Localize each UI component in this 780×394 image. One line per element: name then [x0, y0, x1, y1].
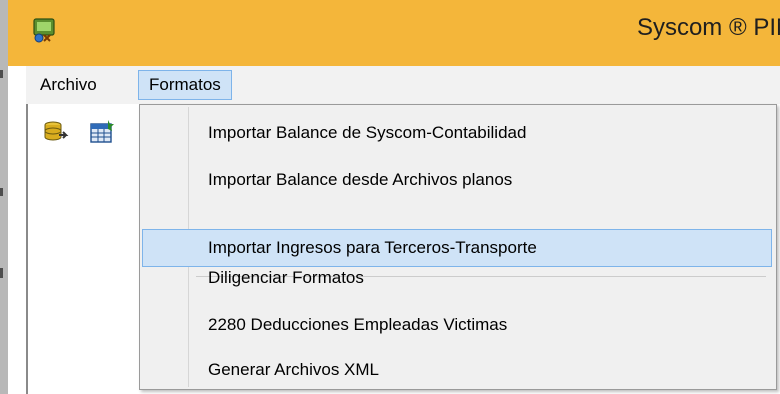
title-bar[interactable]: Syscom ® PIM: [8, 0, 780, 66]
formatos-dropdown-menu: Importar Balance de Syscom-Contabilidad …: [139, 104, 777, 390]
menu-archivo[interactable]: Archivo: [30, 70, 107, 100]
left-window-edge: [0, 0, 8, 394]
menu-formatos[interactable]: Formatos: [138, 70, 232, 100]
table-form-icon[interactable]: [88, 118, 116, 146]
menu-bar: Archivo Formatos: [26, 66, 780, 105]
window-title: Syscom ® PIM: [636, 14, 780, 41]
menu-item-generar-archivos-xml[interactable]: Generar Archivos XML: [142, 351, 772, 389]
edge-mark: [0, 70, 3, 78]
edge-mark: [0, 188, 3, 196]
menu-item-diligenciar-formatos[interactable]: Diligenciar Formatos: [142, 259, 772, 297]
database-icon[interactable]: [42, 118, 70, 146]
menu-item-importar-balance-archivos-planos[interactable]: Importar Balance desde Archivos planos: [142, 161, 772, 199]
menu-item-2280-deducciones[interactable]: 2280 Deducciones Empleadas Victimas: [142, 306, 772, 344]
edge-mark: [0, 268, 3, 278]
app-icon[interactable]: [30, 16, 58, 44]
menu-item-importar-balance-syscom[interactable]: Importar Balance de Syscom-Contabilidad: [142, 114, 772, 152]
